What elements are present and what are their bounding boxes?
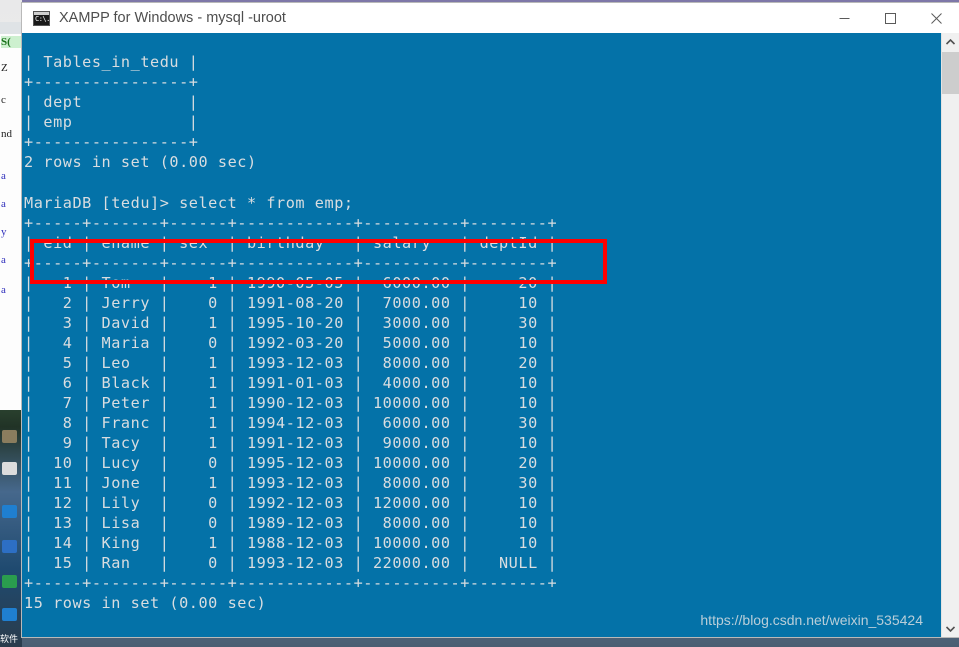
vertical-scrollbar[interactable]	[941, 33, 959, 637]
chevron-up-icon[interactable]	[942, 33, 959, 50]
window-titlebar[interactable]: XAMPP for Windows - mysql -uroot	[22, 3, 959, 33]
background-browser-tabstrip	[0, 22, 22, 34]
bg-frag-5: a	[1, 198, 6, 210]
bg-frag-1: Z	[1, 62, 8, 74]
desktop-icon-edge[interactable]	[2, 505, 17, 518]
console-window[interactable]: XAMPP for Windows - mysql -uroot	[22, 3, 959, 637]
bg-frag-6: y	[1, 226, 7, 238]
close-button[interactable]	[913, 3, 959, 33]
terminal-output-area[interactable]: | Tables_in_tedu | +----------------+ | …	[22, 33, 959, 637]
bg-frag-7: a	[1, 254, 6, 266]
bg-frag-3: nd	[1, 128, 12, 140]
desktop-icon-visual-studio[interactable]	[2, 540, 17, 553]
terminal-text: | Tables_in_tedu | +----------------+ | …	[24, 53, 558, 637]
maximize-button[interactable]	[867, 3, 913, 33]
bg-frag-2: c	[1, 94, 6, 106]
window-controls	[821, 3, 959, 33]
bg-frag-4: a	[1, 170, 6, 182]
screen: S( Z c nd a a y a a 软件商店 XAMPP for Windo…	[0, 0, 959, 647]
desktop-icon-document[interactable]	[2, 462, 17, 475]
minimize-button[interactable]	[821, 3, 867, 33]
background-browser-window[interactable]: S( Z c nd a a y a a	[0, 22, 23, 410]
desktop-icon-folder[interactable]	[2, 430, 17, 443]
bg-frag-0: S(	[1, 36, 22, 48]
watermark-text: https://blog.csdn.net/weixin_535424	[700, 612, 923, 628]
chevron-down-icon[interactable]	[942, 620, 959, 637]
desktop-icon-store[interactable]	[2, 608, 17, 621]
console-icon	[33, 10, 50, 26]
taskbar-label: 软件商店	[0, 635, 19, 645]
scrollbar-thumb[interactable]	[942, 52, 959, 94]
bg-frag-8: a	[1, 284, 6, 296]
window-title: XAMPP for Windows - mysql -uroot	[59, 10, 286, 26]
desktop-icon-media[interactable]	[2, 575, 17, 588]
